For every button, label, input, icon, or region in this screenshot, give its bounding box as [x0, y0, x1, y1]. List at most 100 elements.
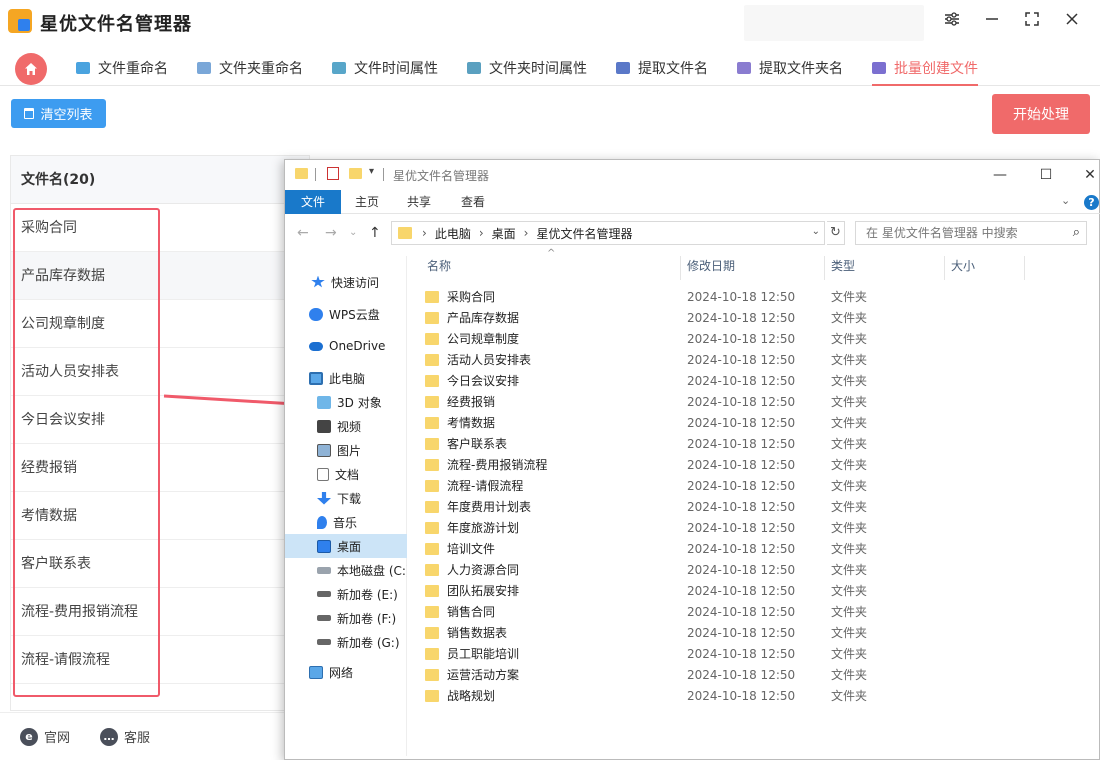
- file-row[interactable]: 公司规章制度 2024-10-18 12:50 文件夹: [425, 328, 1085, 349]
- extract-filename-icon: [616, 62, 630, 74]
- onedrive-icon: [309, 341, 323, 351]
- breadcrumb-this-pc[interactable]: 此电脑: [435, 225, 471, 242]
- ribbon-tab-file[interactable]: 文件: [285, 190, 341, 214]
- ribbon-tab-share[interactable]: 共享: [401, 190, 437, 214]
- nav-onedrive[interactable]: OneDrive: [285, 334, 407, 358]
- nav-documents[interactable]: 文档: [285, 462, 407, 486]
- document-icon: [317, 467, 329, 481]
- minimize-icon[interactable]: [980, 10, 1004, 34]
- folder-icon: [425, 626, 439, 639]
- file-date: 2024-10-18 12:50: [687, 688, 796, 703]
- title-search-area[interactable]: [744, 5, 924, 41]
- tab-folder-rename[interactable]: 文件夹重命名: [197, 54, 303, 82]
- drive-icon: [317, 639, 331, 645]
- file-row[interactable]: 活动人员安排表 2024-10-18 12:50 文件夹: [425, 349, 1085, 370]
- settings-icon[interactable]: [940, 10, 964, 34]
- file-row[interactable]: 产品库存数据 2024-10-18 12:50 文件夹: [425, 307, 1085, 328]
- nav-quick-access[interactable]: 快速访问: [285, 270, 407, 294]
- home-button[interactable]: [15, 53, 47, 85]
- breadcrumb-desktop[interactable]: 桌面: [492, 225, 516, 242]
- file-row[interactable]: 经费报销 2024-10-18 12:50 文件夹: [425, 391, 1085, 412]
- search-input[interactable]: 在 星优文件名管理器 中搜索 ⌕: [855, 221, 1087, 245]
- file-row[interactable]: 年度费用计划表 2024-10-18 12:50 文件夹: [425, 496, 1085, 517]
- nav-3d-objects[interactable]: 3D 对象: [285, 390, 407, 414]
- file-row[interactable]: 销售合同 2024-10-18 12:50 文件夹: [425, 601, 1085, 622]
- nav-downloads[interactable]: 下载: [285, 486, 407, 510]
- quick-access-dropdown-icon[interactable]: ▾: [369, 166, 374, 177]
- file-date: 2024-10-18 12:50: [687, 457, 796, 472]
- file-row[interactable]: 人力资源合同 2024-10-18 12:50 文件夹: [425, 559, 1085, 580]
- home-icon: [25, 63, 37, 75]
- explorer-maximize-icon[interactable]: ☐: [1031, 164, 1061, 186]
- tab-extract-filename[interactable]: 提取文件名: [616, 54, 708, 82]
- nav-wps-cloud[interactable]: WPS云盘: [285, 302, 407, 326]
- help-icon[interactable]: ?: [1084, 195, 1099, 210]
- breadcrumb-current[interactable]: 星优文件名管理器: [536, 225, 632, 242]
- nav-pictures[interactable]: 图片: [285, 438, 407, 462]
- file-row[interactable]: 考情数据 2024-10-18 12:50 文件夹: [425, 412, 1085, 433]
- file-row[interactable]: 销售数据表 2024-10-18 12:50 文件夹: [425, 622, 1085, 643]
- column-type[interactable]: 类型: [825, 256, 945, 280]
- column-size[interactable]: 大小: [945, 256, 1025, 280]
- address-dropdown-icon[interactable]: ⌄: [812, 226, 820, 237]
- tab-file-time[interactable]: 文件时间属性: [332, 54, 438, 82]
- file-row[interactable]: 年度旅游计划 2024-10-18 12:50 文件夹: [425, 517, 1085, 538]
- nav-drive-f[interactable]: 新加卷 (F:): [285, 606, 407, 630]
- music-icon: [317, 515, 327, 529]
- customer-service-link[interactable]: … 客服: [100, 727, 150, 746]
- explorer-close-icon[interactable]: ✕: [1075, 164, 1100, 186]
- column-date[interactable]: 修改日期: [681, 256, 825, 280]
- nav-desktop[interactable]: 桌面: [285, 534, 407, 558]
- address-bar[interactable]: › 此电脑 › 桌面 › 星优文件名管理器 ⌄: [391, 221, 825, 245]
- file-row[interactable]: 培训文件 2024-10-18 12:50 文件夹: [425, 538, 1085, 559]
- file-type: 文件夹: [831, 647, 868, 661]
- file-row[interactable]: 流程-请假流程 2024-10-18 12:50 文件夹: [425, 475, 1085, 496]
- start-process-button[interactable]: 开始处理: [992, 94, 1090, 134]
- nav-drive-g[interactable]: 新加卷 (G:): [285, 630, 407, 654]
- folder-icon: [425, 290, 439, 303]
- file-row[interactable]: 员工职能培训 2024-10-18 12:50 文件夹: [425, 643, 1085, 664]
- nav-videos[interactable]: 视频: [285, 414, 407, 438]
- file-row[interactable]: 流程-费用报销流程 2024-10-18 12:50 文件夹: [425, 454, 1085, 475]
- forward-arrow-icon[interactable]: →: [325, 225, 337, 241]
- column-name[interactable]: 名称: [421, 256, 681, 280]
- new-folder-icon[interactable]: [349, 168, 362, 179]
- back-arrow-icon[interactable]: ←: [297, 225, 309, 241]
- refresh-icon[interactable]: ↻: [827, 221, 845, 245]
- file-date: 2024-10-18 12:50: [687, 289, 796, 304]
- file-row[interactable]: 战略规划 2024-10-18 12:50 文件夹: [425, 685, 1085, 706]
- star-icon: [311, 275, 325, 288]
- clear-list-button[interactable]: 清空列表: [11, 99, 106, 128]
- nav-music[interactable]: 音乐: [285, 510, 407, 534]
- official-site-link[interactable]: e 官网: [20, 727, 70, 746]
- ribbon-tab-home[interactable]: 主页: [349, 190, 385, 214]
- folder-icon: [425, 437, 439, 450]
- chat-icon: …: [100, 727, 118, 746]
- ribbon-tab-view[interactable]: 查看: [455, 190, 491, 214]
- video-icon: [317, 419, 331, 433]
- folder-icon: [425, 563, 439, 576]
- properties-icon[interactable]: [327, 167, 339, 180]
- file-row[interactable]: 运营活动方案 2024-10-18 12:50 文件夹: [425, 664, 1085, 685]
- explorer-minimize-icon[interactable]: —: [985, 164, 1015, 186]
- file-type: 文件夹: [831, 374, 868, 388]
- close-icon[interactable]: [1060, 10, 1084, 34]
- tab-file-rename[interactable]: 文件重命名: [76, 54, 168, 82]
- tab-folder-time[interactable]: 文件夹时间属性: [467, 54, 587, 82]
- up-arrow-icon[interactable]: ↑: [369, 225, 381, 241]
- maximize-icon[interactable]: [1020, 10, 1044, 34]
- tab-batch-create[interactable]: 批量创建文件: [872, 54, 978, 86]
- file-row[interactable]: 客户联系表 2024-10-18 12:50 文件夹: [425, 433, 1085, 454]
- ribbon-expand-icon[interactable]: ⌄: [1061, 194, 1070, 207]
- file-date: 2024-10-18 12:50: [687, 394, 796, 409]
- nav-drive-e[interactable]: 新加卷 (E:): [285, 582, 407, 606]
- nav-drive-c[interactable]: 本地磁盘 (C:): [285, 558, 407, 582]
- tab-extract-foldername[interactable]: 提取文件夹名: [737, 54, 843, 82]
- file-row[interactable]: 采购合同 2024-10-18 12:50 文件夹: [425, 286, 1085, 307]
- file-type: 文件夹: [831, 521, 868, 535]
- file-row[interactable]: 今日会议安排 2024-10-18 12:50 文件夹: [425, 370, 1085, 391]
- recent-dropdown-icon[interactable]: ⌄: [349, 227, 357, 238]
- nav-network[interactable]: 网络: [285, 660, 407, 684]
- nav-this-pc[interactable]: 此电脑: [285, 366, 407, 390]
- file-row[interactable]: 团队拓展安排 2024-10-18 12:50 文件夹: [425, 580, 1085, 601]
